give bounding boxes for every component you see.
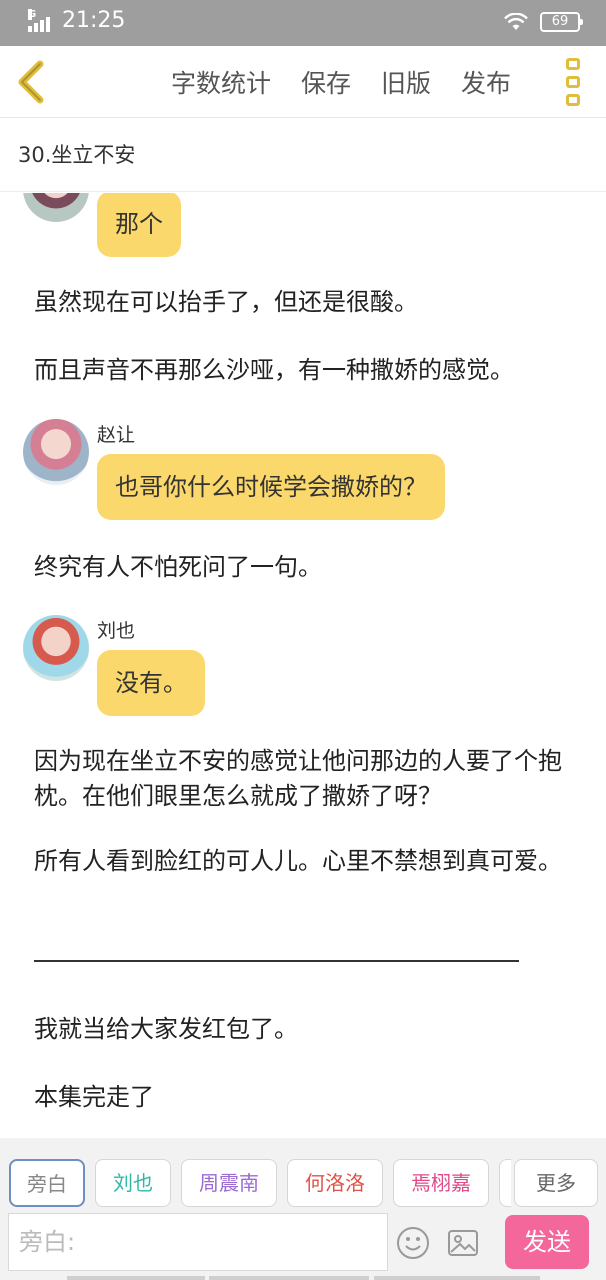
emoji-icon[interactable] bbox=[396, 1226, 430, 1260]
chip-character[interactable] bbox=[499, 1159, 511, 1207]
bottom-input-bar: 旁白 刘也 周震南 何洛洛 焉栩嘉 更多 旁白: 发送 bbox=[0, 1138, 606, 1280]
image-icon[interactable] bbox=[447, 1228, 479, 1258]
nav-indicator bbox=[374, 1276, 540, 1280]
narration-text[interactable]: 所有人看到脸红的可人儿。心里不禁想到真可爱。 bbox=[34, 844, 579, 879]
send-button[interactable]: 发送 bbox=[505, 1215, 589, 1269]
status-left: G 21:25 bbox=[28, 8, 126, 33]
narration-text[interactable]: 终究有人不怕死问了一句。 bbox=[34, 550, 579, 585]
network-type: G bbox=[28, 9, 37, 20]
nav-indicator bbox=[209, 1276, 369, 1280]
chip-narrator[interactable]: 旁白 bbox=[9, 1159, 85, 1207]
old-version-button[interactable]: 旧版 bbox=[381, 64, 431, 100]
chip-character[interactable]: 焉栩嘉 bbox=[393, 1159, 489, 1207]
status-right: 69 bbox=[504, 12, 583, 32]
chip-character[interactable]: 何洛洛 bbox=[287, 1159, 383, 1207]
avatar[interactable] bbox=[23, 193, 89, 222]
chip-character[interactable]: 周震南 bbox=[181, 1159, 277, 1207]
more-button[interactable]: 更多 bbox=[514, 1159, 598, 1207]
avatar[interactable] bbox=[23, 615, 89, 681]
status-time: 21:25 bbox=[62, 8, 126, 33]
dialogue-input[interactable]: 旁白: bbox=[8, 1213, 388, 1271]
narration-text[interactable]: 因为现在坐立不安的感觉让他问那边的人要了个抱枕。在他们眼里怎么就成了撒娇了呀？ bbox=[34, 744, 579, 814]
dialogue-bubble[interactable]: 没有。 bbox=[97, 650, 205, 716]
story-content[interactable]: 那个 虽然现在可以抬手了，但还是很酸。 而且声音不再那么沙哑，有一种撒娇的感觉。… bbox=[0, 193, 606, 1138]
character-chips: 旁白 刘也 周震南 何洛洛 焉栩嘉 更多 bbox=[0, 1159, 606, 1209]
word-count-button[interactable]: 字数统计 bbox=[171, 64, 271, 100]
kebab-dot bbox=[566, 58, 580, 70]
chapter-title[interactable]: 30.坐立不安 bbox=[0, 118, 606, 192]
dialogue-bubble[interactable]: 那个 bbox=[97, 193, 181, 257]
back-icon[interactable] bbox=[14, 60, 50, 104]
kebab-menu-icon[interactable] bbox=[562, 58, 584, 106]
kebab-dot bbox=[566, 94, 580, 106]
speaker-name: 赵让 bbox=[97, 424, 136, 446]
chip-character[interactable]: 刘也 bbox=[95, 1159, 171, 1207]
nav-indicator bbox=[67, 1276, 205, 1280]
status-bar: G 21:25 69 bbox=[0, 0, 606, 46]
speaker-name: 刘也 bbox=[97, 620, 136, 642]
save-button[interactable]: 保存 bbox=[301, 64, 351, 100]
divider bbox=[34, 960, 519, 962]
dialogue-bubble[interactable]: 也哥你什么时候学会撒娇的？ bbox=[97, 454, 445, 520]
top-toolbar: 字数统计 保存 旧版 发布 bbox=[0, 46, 606, 118]
narration-text[interactable]: 而且声音不再那么沙哑，有一种撒娇的感觉。 bbox=[34, 353, 579, 388]
publish-button[interactable]: 发布 bbox=[461, 64, 511, 100]
battery-icon: 69 bbox=[540, 12, 583, 32]
wifi-icon bbox=[504, 13, 528, 30]
narration-text[interactable]: 我就当给大家发红包了。 bbox=[34, 1012, 579, 1047]
avatar[interactable] bbox=[23, 419, 89, 485]
narration-text[interactable]: 本集完走了 bbox=[34, 1080, 579, 1115]
kebab-dot bbox=[566, 76, 580, 88]
signal-icon: G bbox=[28, 9, 50, 32]
narration-text[interactable]: 虽然现在可以抬手了，但还是很酸。 bbox=[34, 285, 579, 320]
toolbar-actions: 字数统计 保存 旧版 发布 bbox=[171, 64, 511, 100]
